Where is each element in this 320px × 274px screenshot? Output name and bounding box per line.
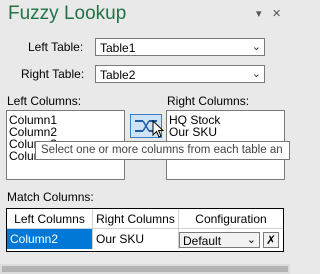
pane-close-icon[interactable]: ✕ — [272, 7, 281, 20]
column-header-configuration: Configuration — [179, 209, 283, 229]
right-table-value: Table2 — [100, 68, 136, 82]
left-table-label: Left Table: — [28, 40, 84, 54]
row-right-column-cell[interactable]: Our SKU — [93, 229, 179, 249]
tooltip: Select one or more columns from each tab… — [35, 141, 290, 160]
right-table-label: Right Table: — [21, 67, 85, 81]
column-header-left: Left Columns — [7, 209, 93, 229]
left-table-dropdown[interactable]: Table1 ⌄ — [95, 38, 265, 56]
horizontal-scrollbar[interactable] — [0, 264, 290, 274]
row-left-column-cell[interactable]: Column2 — [7, 229, 93, 249]
pane-menu-icon[interactable]: ▾ — [256, 7, 262, 20]
right-table-dropdown[interactable]: Table2 ⌄ — [95, 65, 265, 83]
chevron-down-icon: ⌄ — [251, 68, 261, 80]
configuration-dropdown[interactable]: Default ⌄ — [179, 232, 260, 248]
chevron-down-icon: ⌄ — [246, 234, 256, 246]
mouse-cursor-icon — [152, 120, 165, 138]
chevron-down-icon: ⌄ — [251, 41, 261, 53]
list-item[interactable]: Our SKU — [169, 126, 284, 138]
right-columns-label: Right Columns: — [167, 94, 250, 108]
pane-title: Fuzzy Lookup — [8, 3, 127, 24]
left-table-value: Table1 — [100, 41, 136, 55]
configuration-value: Default — [183, 234, 222, 248]
delete-row-icon: ✗ — [265, 233, 277, 247]
scrollbar-thumb[interactable] — [2, 266, 288, 272]
delete-row-button[interactable]: ✗ — [263, 232, 279, 248]
left-columns-label: Left Columns: — [7, 94, 82, 108]
column-header-right: Right Columns — [93, 209, 179, 229]
match-columns-grid[interactable]: Left Columns Right Columns Configuration… — [6, 208, 284, 252]
match-columns-label: Match Columns: — [7, 190, 94, 204]
